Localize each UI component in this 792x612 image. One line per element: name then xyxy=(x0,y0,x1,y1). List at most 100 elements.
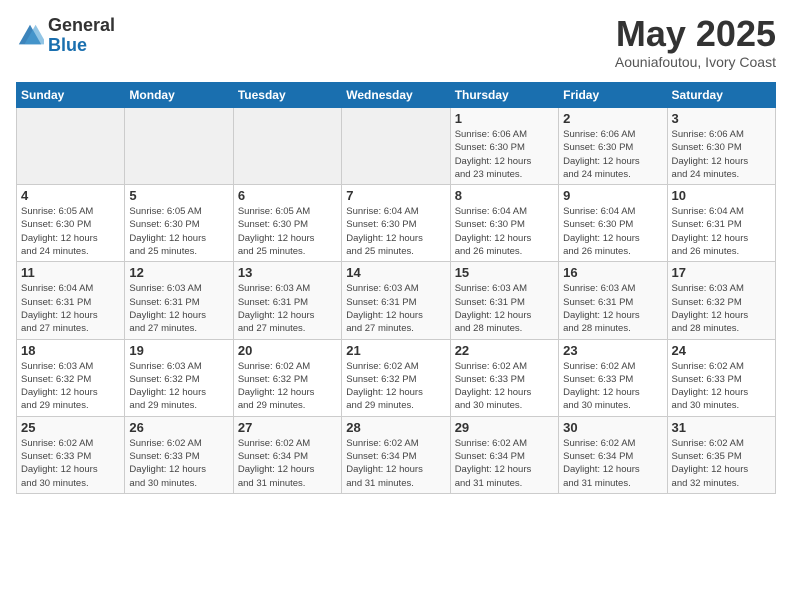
calendar-cell: 11 Sunrise: 6:04 AM Sunset: 6:31 PM Dayli… xyxy=(17,262,125,339)
calendar-cell: 31Sunrise: 6:02 AM Sunset: 6:35 PM Dayli… xyxy=(667,416,775,493)
day-number: 25 xyxy=(21,420,120,435)
weekday-header: Wednesday xyxy=(342,83,450,108)
page-header: General Blue May 2025 Aouniafoutou, Ivor… xyxy=(16,16,776,70)
calendar-cell: 21 Sunrise: 6:02 AM Sunset: 6:32 PM Dayli… xyxy=(342,339,450,416)
day-number: 7 xyxy=(346,188,445,203)
day-number: 5 xyxy=(129,188,228,203)
calendar-cell xyxy=(233,108,341,185)
day-info: Sunrise: 6:03 AM Sunset: 6:32 PM Dayligh… xyxy=(129,360,228,413)
day-number: 8 xyxy=(455,188,554,203)
day-info: Sunrise: 6:02 AM Sunset: 6:34 PM Dayligh… xyxy=(455,437,554,490)
logo-blue: Blue xyxy=(48,36,115,56)
calendar-cell: 9Sunrise: 6:04 AM Sunset: 6:30 PM Daylig… xyxy=(559,185,667,262)
day-info: Sunrise: 6:02 AM Sunset: 6:33 PM Dayligh… xyxy=(672,360,771,413)
calendar-cell: 20Sunrise: 6:02 AM Sunset: 6:32 PM Dayli… xyxy=(233,339,341,416)
calendar-cell: 27 Sunrise: 6:02 AM Sunset: 6:34 PM Dayli… xyxy=(233,416,341,493)
day-number: 28 xyxy=(346,420,445,435)
calendar-cell: 18Sunrise: 6:03 AM Sunset: 6:32 PM Dayli… xyxy=(17,339,125,416)
weekday-header: Monday xyxy=(125,83,233,108)
day-number: 26 xyxy=(129,420,228,435)
calendar-week-row: 4 Sunrise: 6:05 AM Sunset: 6:30 PM Daylig… xyxy=(17,185,776,262)
weekday-header: Sunday xyxy=(17,83,125,108)
day-info: Sunrise: 6:03 AM Sunset: 6:31 PM Dayligh… xyxy=(129,282,228,335)
day-number: 19 xyxy=(129,343,228,358)
day-info: Sunrise: 6:03 AM Sunset: 6:31 PM Dayligh… xyxy=(455,282,554,335)
weekday-header: Saturday xyxy=(667,83,775,108)
day-info: Sunrise: 6:03 AM Sunset: 6:31 PM Dayligh… xyxy=(563,282,662,335)
calendar-cell: 10 Sunrise: 6:04 AM Sunset: 6:31 PM Dayli… xyxy=(667,185,775,262)
day-info: Sunrise: 6:02 AM Sunset: 6:34 PM Dayligh… xyxy=(346,437,445,490)
day-number: 22 xyxy=(455,343,554,358)
day-info: Sunrise: 6:02 AM Sunset: 6:32 PM Dayligh… xyxy=(238,360,337,413)
calendar-cell: 14 Sunrise: 6:03 AM Sunset: 6:31 PM Dayli… xyxy=(342,262,450,339)
day-info: Sunrise: 6:06 AM Sunset: 6:30 PM Dayligh… xyxy=(455,128,554,181)
calendar-cell: 6Sunrise: 6:05 AM Sunset: 6:30 PM Daylig… xyxy=(233,185,341,262)
day-info: Sunrise: 6:02 AM Sunset: 6:33 PM Dayligh… xyxy=(21,437,120,490)
day-info: Sunrise: 6:03 AM Sunset: 6:31 PM Dayligh… xyxy=(238,282,337,335)
calendar-cell xyxy=(125,108,233,185)
day-number: 12 xyxy=(129,265,228,280)
day-number: 23 xyxy=(563,343,662,358)
day-number: 1 xyxy=(455,111,554,126)
day-number: 11 xyxy=(21,265,120,280)
calendar-cell: 4 Sunrise: 6:05 AM Sunset: 6:30 PM Daylig… xyxy=(17,185,125,262)
day-number: 2 xyxy=(563,111,662,126)
day-number: 18 xyxy=(21,343,120,358)
day-info: Sunrise: 6:02 AM Sunset: 6:34 PM Dayligh… xyxy=(238,437,337,490)
day-info: Sunrise: 6:05 AM Sunset: 6:30 PM Dayligh… xyxy=(21,205,120,258)
calendar-week-row: 18 Sunrise: 6:03 AM Sunset: 6:32 PM Dayli… xyxy=(17,339,776,416)
day-info: Sunrise: 6:02 AM Sunset: 6:33 PM Dayligh… xyxy=(563,360,662,413)
day-number: 21 xyxy=(346,343,445,358)
calendar-cell: 29 Sunrise: 6:02 AM Sunset: 6:34 PM Dayli… xyxy=(450,416,558,493)
calendar-cell: 2 Sunrise: 6:06 AM Sunset: 6:30 PM Daylig… xyxy=(559,108,667,185)
logo-icon xyxy=(16,22,44,50)
calendar-cell: 23 Sunrise: 6:02 AM Sunset: 6:33 PM Dayli… xyxy=(559,339,667,416)
calendar-cell: 30Sunrise: 6:02 AM Sunset: 6:34 PM Dayli… xyxy=(559,416,667,493)
calendar-week-row: 1 Sunrise: 6:06 AM Sunset: 6:30 PM Daylig… xyxy=(17,108,776,185)
day-number: 15 xyxy=(455,265,554,280)
day-number: 13 xyxy=(238,265,337,280)
day-info: Sunrise: 6:04 AM Sunset: 6:30 PM Dayligh… xyxy=(563,205,662,258)
day-info: Sunrise: 6:04 AM Sunset: 6:31 PM Dayligh… xyxy=(672,205,771,258)
day-info: Sunrise: 6:06 AM Sunset: 6:30 PM Dayligh… xyxy=(563,128,662,181)
day-info: Sunrise: 6:02 AM Sunset: 6:33 PM Dayligh… xyxy=(455,360,554,413)
logo-general: General xyxy=(48,16,115,36)
calendar-cell: 19 Sunrise: 6:03 AM Sunset: 6:32 PM Dayli… xyxy=(125,339,233,416)
day-number: 4 xyxy=(21,188,120,203)
day-info: Sunrise: 6:02 AM Sunset: 6:33 PM Dayligh… xyxy=(129,437,228,490)
calendar-cell xyxy=(342,108,450,185)
logo-text: General Blue xyxy=(48,16,115,56)
title-block: May 2025 Aouniafoutou, Ivory Coast xyxy=(615,16,776,70)
calendar-cell: 8Sunrise: 6:04 AM Sunset: 6:30 PM Daylig… xyxy=(450,185,558,262)
month-title: May 2025 xyxy=(615,16,776,52)
weekday-header: Thursday xyxy=(450,83,558,108)
calendar-cell: 5 Sunrise: 6:05 AM Sunset: 6:30 PM Daylig… xyxy=(125,185,233,262)
day-info: Sunrise: 6:05 AM Sunset: 6:30 PM Dayligh… xyxy=(129,205,228,258)
day-number: 3 xyxy=(672,111,771,126)
day-info: Sunrise: 6:06 AM Sunset: 6:30 PM Dayligh… xyxy=(672,128,771,181)
calendar-cell: 15 Sunrise: 6:03 AM Sunset: 6:31 PM Dayli… xyxy=(450,262,558,339)
calendar-cell: 12 Sunrise: 6:03 AM Sunset: 6:31 PM Dayli… xyxy=(125,262,233,339)
day-number: 17 xyxy=(672,265,771,280)
calendar-cell xyxy=(17,108,125,185)
day-number: 24 xyxy=(672,343,771,358)
day-info: Sunrise: 6:03 AM Sunset: 6:31 PM Dayligh… xyxy=(346,282,445,335)
calendar-cell: 17Sunrise: 6:03 AM Sunset: 6:32 PM Dayli… xyxy=(667,262,775,339)
calendar-cell: 1 Sunrise: 6:06 AM Sunset: 6:30 PM Daylig… xyxy=(450,108,558,185)
location-subtitle: Aouniafoutou, Ivory Coast xyxy=(615,54,776,70)
day-number: 29 xyxy=(455,420,554,435)
calendar-cell: 16Sunrise: 6:03 AM Sunset: 6:31 PM Dayli… xyxy=(559,262,667,339)
day-info: Sunrise: 6:02 AM Sunset: 6:35 PM Dayligh… xyxy=(672,437,771,490)
day-number: 27 xyxy=(238,420,337,435)
calendar-week-row: 25 Sunrise: 6:02 AM Sunset: 6:33 PM Dayli… xyxy=(17,416,776,493)
day-info: Sunrise: 6:05 AM Sunset: 6:30 PM Dayligh… xyxy=(238,205,337,258)
day-number: 10 xyxy=(672,188,771,203)
calendar-cell: 22 Sunrise: 6:02 AM Sunset: 6:33 PM Dayli… xyxy=(450,339,558,416)
calendar-cell: 7Sunrise: 6:04 AM Sunset: 6:30 PM Daylig… xyxy=(342,185,450,262)
day-number: 30 xyxy=(563,420,662,435)
day-number: 14 xyxy=(346,265,445,280)
day-info: Sunrise: 6:02 AM Sunset: 6:32 PM Dayligh… xyxy=(346,360,445,413)
calendar-cell: 25 Sunrise: 6:02 AM Sunset: 6:33 PM Dayli… xyxy=(17,416,125,493)
day-info: Sunrise: 6:04 AM Sunset: 6:31 PM Dayligh… xyxy=(21,282,120,335)
calendar-cell: 26 Sunrise: 6:02 AM Sunset: 6:33 PM Dayli… xyxy=(125,416,233,493)
